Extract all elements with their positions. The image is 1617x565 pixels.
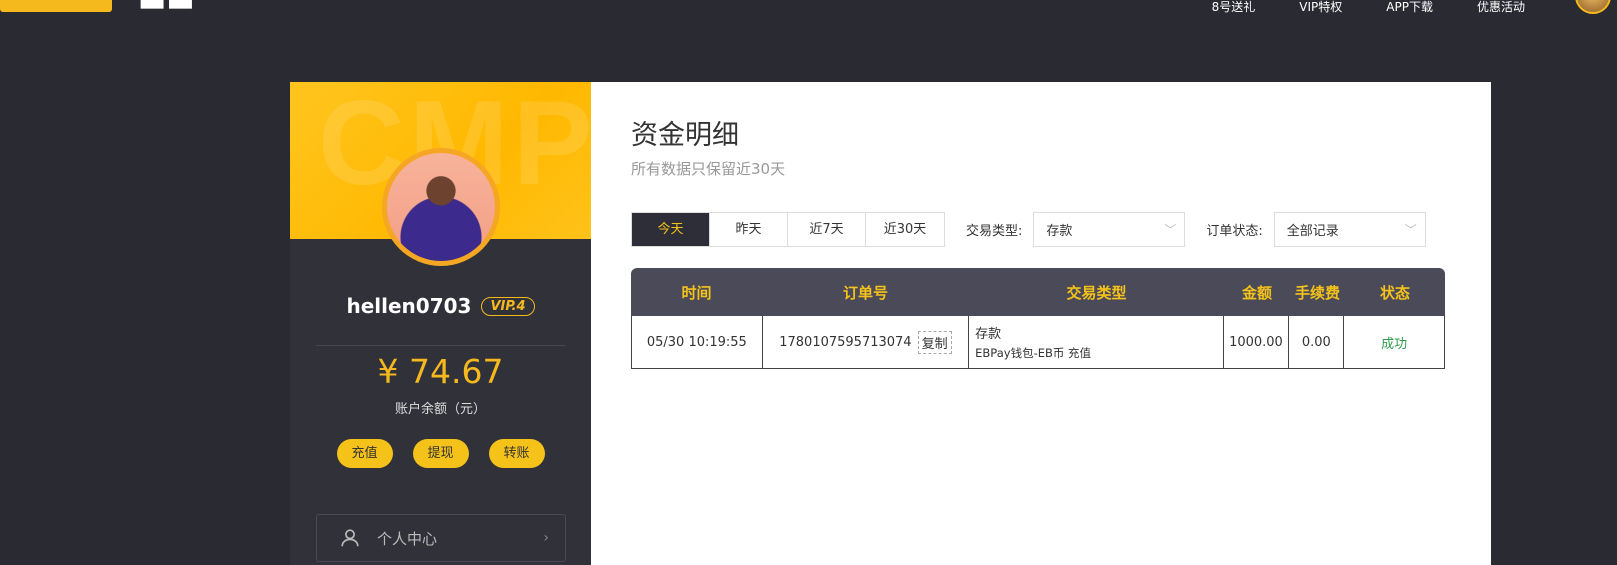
order-status-select[interactable]: 全部记录 ﹀: [1273, 212, 1426, 247]
column-header-amount: 金额: [1241, 283, 1272, 302]
top-avatar[interactable]: [1575, 0, 1611, 14]
order-status-value: 全部记录: [1286, 224, 1339, 239]
chevron-right-icon: ›: [543, 530, 549, 546]
withdraw-button[interactable]: 提现: [412, 439, 469, 468]
page-subtitle: 所有数据只保留近30天: [631, 160, 786, 178]
balance-label: 账户余额（元）: [394, 402, 486, 417]
table-row: 05/30 10:19:55 1780107595713074 复制 存款 EB…: [631, 316, 1445, 369]
sidebar-item-label: 个人中心: [377, 529, 438, 548]
order-number: 1780107595713074: [779, 334, 912, 350]
transactions-table: 时间 订单号 交易类型 金额 手续费 状态 05/30 10:19:55 178…: [631, 268, 1445, 369]
logo-wordmark: ▬▬: [138, 0, 195, 19]
deposit-button[interactable]: 充值: [336, 439, 393, 468]
column-header-type: 交易类型: [1066, 283, 1127, 302]
avatar-ring: [382, 148, 500, 266]
nav-link-gift[interactable]: 8号送礼: [1190, 0, 1278, 14]
cell-fee: 0.00: [1289, 316, 1345, 368]
logo[interactable]: [0, 0, 112, 12]
column-header-time: 时间: [681, 283, 712, 302]
vip-badge: VIP.4: [481, 296, 535, 316]
order-status-label: 订单状态:: [1206, 224, 1263, 239]
username: hellen0703: [346, 294, 472, 318]
tab-yesterday[interactable]: 昨天: [710, 213, 788, 246]
transaction-type-label: 交易类型:: [966, 224, 1023, 239]
column-header-fee: 手续费: [1294, 283, 1340, 302]
date-tabs: 今天 昨天 近7天 近30天: [631, 212, 945, 247]
chevron-down-icon: ﹀: [1164, 223, 1177, 237]
nav-link-app[interactable]: APP下载: [1364, 0, 1455, 14]
nav-link-vip[interactable]: VIP特权: [1277, 0, 1364, 14]
main-panel: CMP hellen0703 VIP.4 ¥ 74.67 账户余额（元） 充值 …: [290, 82, 1491, 565]
transfer-button[interactable]: 转账: [488, 439, 545, 468]
nav-link-promotions[interactable]: 优惠活动: [1455, 0, 1547, 14]
type-main: 存款: [975, 327, 1002, 342]
balance-amount: ¥ 74.67: [377, 352, 504, 391]
cell-order-no: 1780107595713074 复制: [763, 316, 970, 368]
content-area: 资金明细 所有数据只保留近30天 今天 昨天 近7天 近30天 交易类型: 存款…: [591, 82, 1491, 565]
action-buttons: 充值 提现 转账: [290, 439, 591, 468]
sidebar-item-personal-center[interactable]: 个人中心 ›: [316, 514, 566, 562]
transaction-type-value: 存款: [1046, 224, 1073, 239]
cell-time: 05/30 10:19:55: [632, 316, 763, 368]
transaction-type-select[interactable]: 存款 ﹀: [1033, 212, 1186, 247]
top-nav: ▬▬ 8号送礼 VIP特权 APP下载 优惠活动: [0, 0, 1617, 24]
chevron-down-icon: ﹀: [1404, 223, 1417, 237]
divider: [316, 345, 566, 346]
column-header-order-no: 订单号: [842, 283, 888, 302]
avatar[interactable]: [387, 153, 495, 261]
tab-last-30-days[interactable]: 近30天: [866, 213, 944, 246]
type-detail: EBPay钱包-EB币 充值: [975, 346, 1092, 360]
filter-row: 今天 昨天 近7天 近30天 交易类型: 存款 ﹀ 订单状态: 全部记录 ﹀: [631, 212, 1426, 247]
tab-today[interactable]: 今天: [632, 213, 710, 246]
cell-type: 存款 EBPay钱包-EB币 充值: [969, 316, 1224, 368]
tab-last-7-days[interactable]: 近7天: [788, 213, 866, 246]
sidebar: CMP hellen0703 VIP.4 ¥ 74.67 账户余额（元） 充值 …: [290, 82, 591, 565]
cell-amount: 1000.00: [1224, 316, 1290, 368]
table-header: 时间 订单号 交易类型 金额 手续费 状态: [631, 268, 1445, 316]
copy-button[interactable]: 复制: [917, 330, 952, 354]
page-title: 资金明细: [631, 120, 739, 151]
top-nav-links: 8号送礼 VIP特权 APP下载 优惠活动: [1190, 0, 1547, 14]
cell-status: 成功: [1381, 336, 1408, 352]
column-header-status: 状态: [1379, 283, 1410, 302]
user-info: hellen0703 VIP.4: [290, 294, 591, 318]
person-icon: [341, 529, 359, 547]
